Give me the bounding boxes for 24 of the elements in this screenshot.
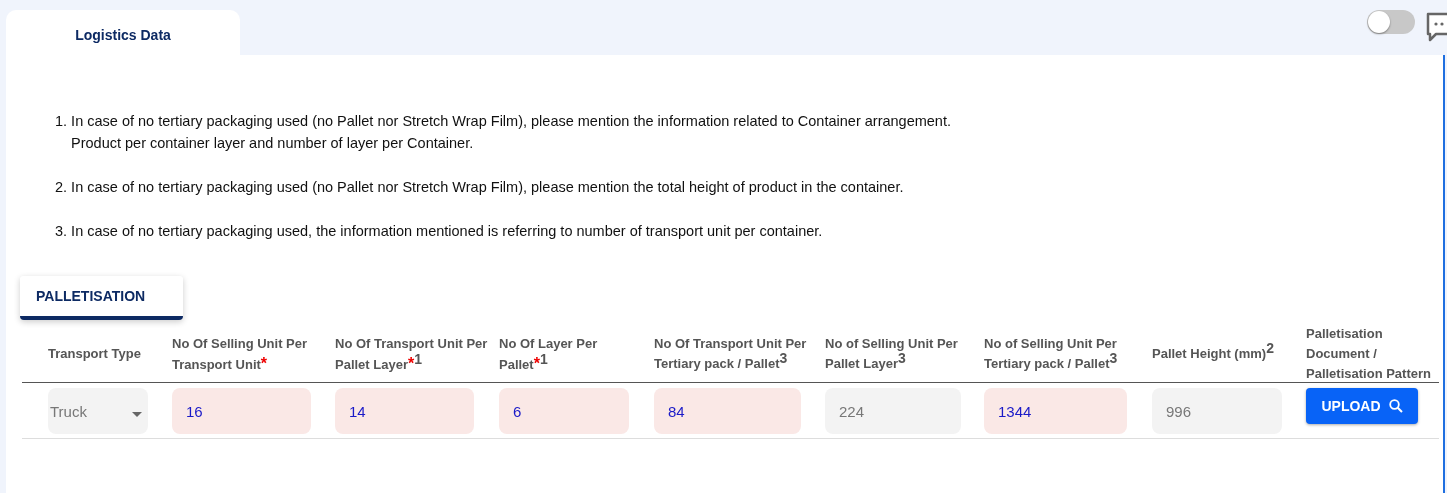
tab[interactable]: Logistics Data [6,10,240,55]
instruction-text: Product per container layer and number of layer per Container. [70,134,475,153]
column-header: No Of Transport Unit Per Pallet Layer*$^{1}$ [335,334,489,374]
instruction-text: 3. In case of no tertiary packaging used, the information mentioned is referring to number of transport unit per container. [55,222,824,241]
instruction-text: 2. In case of no tertiary packaging used (no Pallet nor Stretch Wrap Film), please mention the total height of product in the container. [55,178,905,197]
input-field[interactable]: 6 [499,388,629,434]
input-field[interactable]: 16 [172,388,311,434]
section-tab[interactable]: PALLETISATION [20,276,183,320]
column-header: No Of Selling Unit Per Transport Unit* [172,334,309,374]
column-header: Transport Type [48,345,142,363]
toggle-switch[interactable] [1367,10,1415,34]
dropdown-value: Truck [50,402,87,420]
instruction-text: 1. In case of no tertiary packaging used (no Pallet nor Stretch Wrap Film), please mention the information related to Container arrangement. [55,112,952,131]
input-field: 224 [825,388,961,434]
caret-icon [132,411,142,417]
input-field[interactable]: 1344 [984,388,1127,434]
search-icon [1388,399,1403,413]
column-header: No Of Layer Per Pallet*$^{1}$ [499,334,599,374]
upload-button[interactable]: UPLOAD [1306,388,1418,424]
input-field[interactable]: 14 [335,388,474,434]
transport-type-dropdown[interactable]: Truck [48,388,148,434]
column-header: Palletisation Document / Palletisation Pattern [1306,325,1432,383]
input-field: 996 [1152,388,1282,434]
input-field[interactable]: 84 [654,388,801,434]
